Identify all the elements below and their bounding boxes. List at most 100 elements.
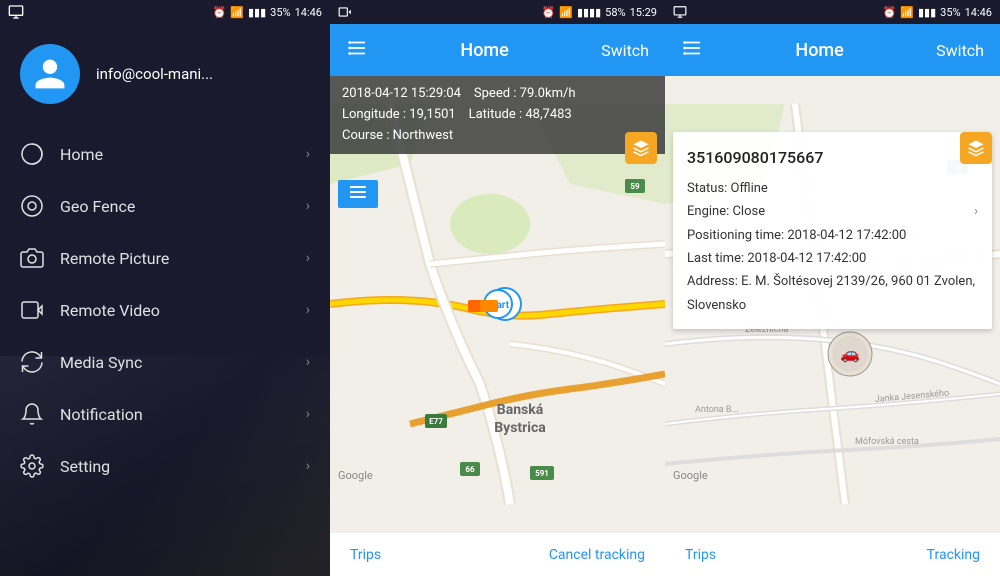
wifi-icon2: 📶 bbox=[559, 6, 573, 19]
menu-geo-label: Geo Fence bbox=[60, 197, 290, 216]
alarm-icon2: ⏰ bbox=[542, 6, 556, 19]
user-email: info@cool-mani... bbox=[96, 65, 213, 83]
chevron-icon: › bbox=[306, 458, 310, 474]
google-branding2: Google bbox=[673, 469, 708, 482]
menu-setting-label: Setting bbox=[60, 457, 290, 476]
svg-text:59: 59 bbox=[630, 182, 640, 191]
trip-course: Course : Northwest bbox=[342, 126, 653, 147]
menu-picture-label: Remote Picture bbox=[60, 249, 290, 268]
tracking-switch[interactable]: Switch bbox=[936, 41, 984, 60]
chevron-icon: › bbox=[306, 146, 310, 162]
trip-info-overlay: 2018-04-12 15:29:04 Speed : 79.0km/h Lon… bbox=[330, 76, 665, 154]
trip-coords: Longitude : 19,1501 Latitude : 48,7483 bbox=[342, 105, 653, 126]
signal-icon2: ▮▮▮▮ bbox=[577, 6, 601, 19]
signal-icon3: ▮▮▮ bbox=[918, 6, 936, 19]
trips-tab-button[interactable] bbox=[338, 180, 378, 208]
lasttime-label: Last time: 2018-04-12 17:42:00 bbox=[687, 247, 866, 270]
menu-home-label: Home bbox=[60, 145, 290, 164]
status-bar-tracking: ⏰ 📶 ▮▮▮ 35% 14:46 bbox=[665, 0, 1000, 24]
video-status-icon bbox=[338, 5, 352, 19]
tracking-trips-link[interactable]: Trips bbox=[685, 547, 716, 563]
battery-tracking: 35% bbox=[940, 6, 960, 19]
menu-hamburger-icon[interactable] bbox=[346, 37, 368, 64]
device-id: 351609080175667 bbox=[687, 144, 978, 173]
trip-map[interactable]: R1 E77 Banská Bystrica 59 66 5 bbox=[330, 76, 665, 532]
trip-panel: ⏰ 📶 ▮▮▮▮ 58% 15:29 Home Switch bbox=[330, 0, 665, 576]
trip-datetime: 2018-04-12 15:29:04 Speed : 79.0km/h bbox=[342, 84, 653, 105]
trip-header: Home Switch bbox=[330, 24, 665, 76]
svg-text:Mófovská cesta: Mófovská cesta bbox=[855, 437, 919, 447]
tracking-title: Home bbox=[795, 40, 843, 61]
signal-icon: ▮▮▮ bbox=[248, 6, 266, 19]
battery-text: 35% bbox=[270, 6, 290, 19]
address-row: Address: E. M. Šoltésovej 2139/26, 960 0… bbox=[687, 270, 978, 317]
status-bar-menu: ⏰ 📶 ▮▮▮ 35% 14:46 bbox=[0, 0, 330, 24]
menu-item-remote-picture[interactable]: Remote Picture › bbox=[0, 232, 330, 284]
map-overlay-icon-btn2[interactable] bbox=[960, 132, 992, 164]
map-overlay-icon-btn[interactable] bbox=[625, 132, 657, 164]
menu-item-geo-fence[interactable]: Geo Fence › bbox=[0, 180, 330, 232]
tracking-link[interactable]: Tracking bbox=[927, 547, 980, 563]
chevron-icon: › bbox=[306, 406, 310, 422]
user-icon bbox=[32, 56, 68, 92]
notification-icon bbox=[20, 402, 44, 426]
wifi-icon: 📶 bbox=[230, 6, 244, 19]
chevron-icon: › bbox=[306, 302, 310, 318]
menu-items: Home › Geo Fence › Remote Picture › Re bbox=[0, 128, 330, 492]
home-icon bbox=[20, 142, 44, 166]
trips-tab-icon bbox=[350, 186, 366, 198]
screen-icon2 bbox=[673, 5, 687, 19]
time-display: 14:46 bbox=[295, 6, 322, 19]
sync-icon bbox=[20, 350, 44, 374]
tracking-map[interactable]: 5 mája nácká cesta Železničná Janka Jese… bbox=[665, 76, 1000, 532]
cancel-tracking-link[interactable]: Cancel tracking bbox=[549, 547, 645, 563]
tracking-footer: Trips Tracking bbox=[665, 532, 1000, 576]
chevron-icon: › bbox=[306, 250, 310, 266]
settings-icon bbox=[20, 454, 44, 478]
engine-chevron: › bbox=[974, 200, 978, 223]
device-info-box: 351609080175667 Status: Offline Engine: … bbox=[673, 132, 992, 329]
alarm-icon3: ⏰ bbox=[883, 6, 897, 19]
layers-icon2 bbox=[967, 139, 985, 157]
battery-trip: 58% bbox=[605, 6, 625, 19]
chevron-icon: › bbox=[306, 198, 310, 214]
chevron-icon: › bbox=[306, 354, 310, 370]
positioning-row: Positioning time: 2018-04-12 17:42:00 bbox=[687, 224, 978, 247]
status-row: Status: Offline bbox=[687, 177, 978, 200]
menu-item-home[interactable]: Home › bbox=[0, 128, 330, 180]
time-tracking: 14:46 bbox=[965, 6, 992, 19]
menu-video-label: Remote Video bbox=[60, 301, 290, 320]
menu-item-media-sync[interactable]: Media Sync › bbox=[0, 336, 330, 388]
address-label: Address: E. M. Šoltésovej 2139/26, 960 0… bbox=[687, 270, 978, 317]
video-icon bbox=[20, 298, 44, 322]
trip-footer: Trips Cancel tracking bbox=[330, 532, 665, 576]
avatar bbox=[20, 44, 80, 104]
time-trip: 15:29 bbox=[630, 6, 657, 19]
menu-item-remote-video[interactable]: Remote Video › bbox=[0, 284, 330, 336]
svg-text:Banská: Banská bbox=[497, 402, 544, 418]
tracking-panel: ⏰ 📶 ▮▮▮ 35% 14:46 Home Switch bbox=[665, 0, 1000, 576]
menu-item-notification[interactable]: Notification › bbox=[0, 388, 330, 440]
svg-text:Antona B...: Antona B... bbox=[695, 405, 739, 415]
trip-switch[interactable]: Switch bbox=[601, 41, 649, 60]
engine-label: Engine: Close bbox=[687, 200, 765, 223]
status-label: Status: Offline bbox=[687, 177, 768, 200]
layers-icon bbox=[632, 139, 650, 157]
status-bar-trip: ⏰ 📶 ▮▮▮▮ 58% 15:29 bbox=[330, 0, 665, 24]
hamburger-svg2 bbox=[681, 37, 703, 59]
menu-hamburger-icon2[interactable] bbox=[681, 37, 703, 64]
svg-text:🚗: 🚗 bbox=[840, 344, 860, 363]
menu-item-setting[interactable]: Setting › bbox=[0, 440, 330, 492]
tracking-header: Home Switch bbox=[665, 24, 1000, 76]
svg-text:E77: E77 bbox=[429, 417, 443, 426]
engine-row[interactable]: Engine: Close › bbox=[687, 200, 978, 223]
sidebar-panel: ⏰ 📶 ▮▮▮ 35% 14:46 info@cool-mani... Home… bbox=[0, 0, 330, 576]
geo-fence-icon bbox=[20, 194, 44, 218]
menu-sync-label: Media Sync bbox=[60, 353, 290, 372]
google-branding: Google bbox=[338, 469, 373, 482]
camera-icon bbox=[20, 246, 44, 270]
lasttime-row: Last time: 2018-04-12 17:42:00 bbox=[687, 247, 978, 270]
screen-icon bbox=[8, 4, 24, 20]
trips-link[interactable]: Trips bbox=[350, 547, 381, 563]
positioning-label: Positioning time: 2018-04-12 17:42:00 bbox=[687, 224, 906, 247]
